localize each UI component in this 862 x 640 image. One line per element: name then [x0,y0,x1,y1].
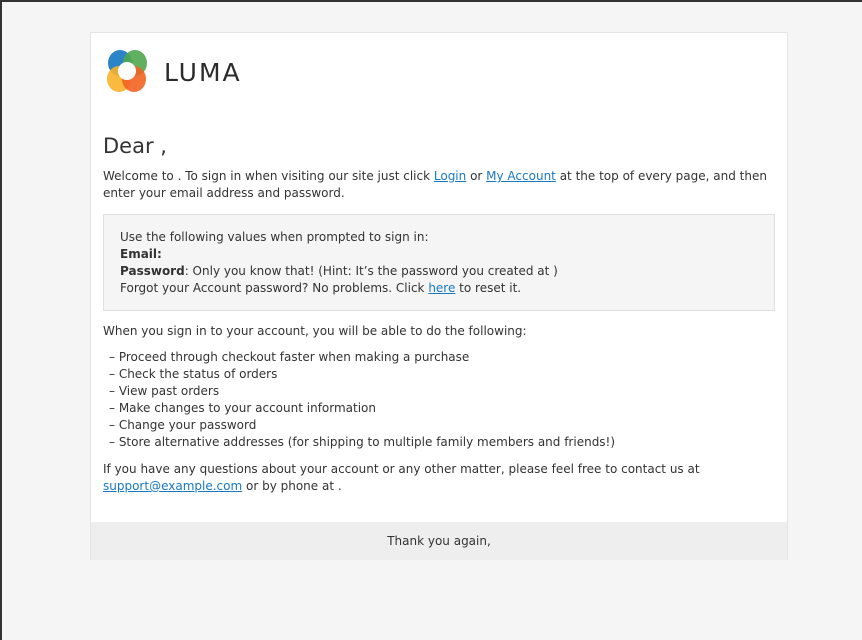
my-account-link[interactable]: My Account [486,169,556,183]
list-item: – Store alternative addresses (for shipp… [109,435,616,449]
email-header: LUMA [103,47,242,95]
list-item: – View past orders [109,384,220,398]
email-colon: : [157,247,162,261]
credentials-box: Use the following values when prompted t… [103,214,775,311]
email-body: Dear , Welcome to . To sign in when visi… [103,133,783,495]
list-item: – Change your password [109,418,257,432]
password-row: Password: Only you know that! (Hint: It’… [120,263,761,280]
password-label: Password [120,264,185,278]
login-link[interactable]: Login [434,169,466,183]
welcome-paragraph: Welcome to . To sign in when visiting ou… [103,168,783,202]
welcome-text-or: or [466,169,487,183]
reset-password-link[interactable]: here [428,281,455,295]
email-label: Email [120,247,158,261]
features-list: – Proceed through checkout faster when m… [109,349,783,451]
forgot-row: Forgot your Account password? No problem… [120,280,761,297]
contact-paragraph: If you have any questions about your acc… [103,461,783,495]
welcome-text-start: Welcome to . To sign in when visiting ou… [103,169,434,183]
email-row: Email: [120,246,761,263]
list-item: – Proceed through checkout faster when m… [109,350,470,364]
email-footer: Thank you again, [91,522,787,560]
luma-logo-icon [107,50,147,92]
support-email-link[interactable]: support@example.com [103,479,242,493]
forgot-text-end: to reset it. [455,281,522,295]
list-item: – Make changes to your account informati… [109,401,377,415]
contact-text-start: If you have any questions about your acc… [103,462,700,476]
credentials-intro: Use the following values when prompted t… [120,230,429,244]
brand-name: LUMA [164,57,242,87]
password-hint: : Only you know that! (Hint: It’s the pa… [184,264,558,278]
email-container: LUMA Dear , Welcome to . To sign in when… [90,32,788,560]
list-item: – Check the status of orders [109,367,278,381]
contact-text-end: or by phone at . [242,479,342,493]
forgot-text-start: Forgot your Account password? No problem… [120,281,429,295]
features-intro: When you sign in to your account, you wi… [103,324,527,338]
greeting: Dear , [103,134,167,158]
